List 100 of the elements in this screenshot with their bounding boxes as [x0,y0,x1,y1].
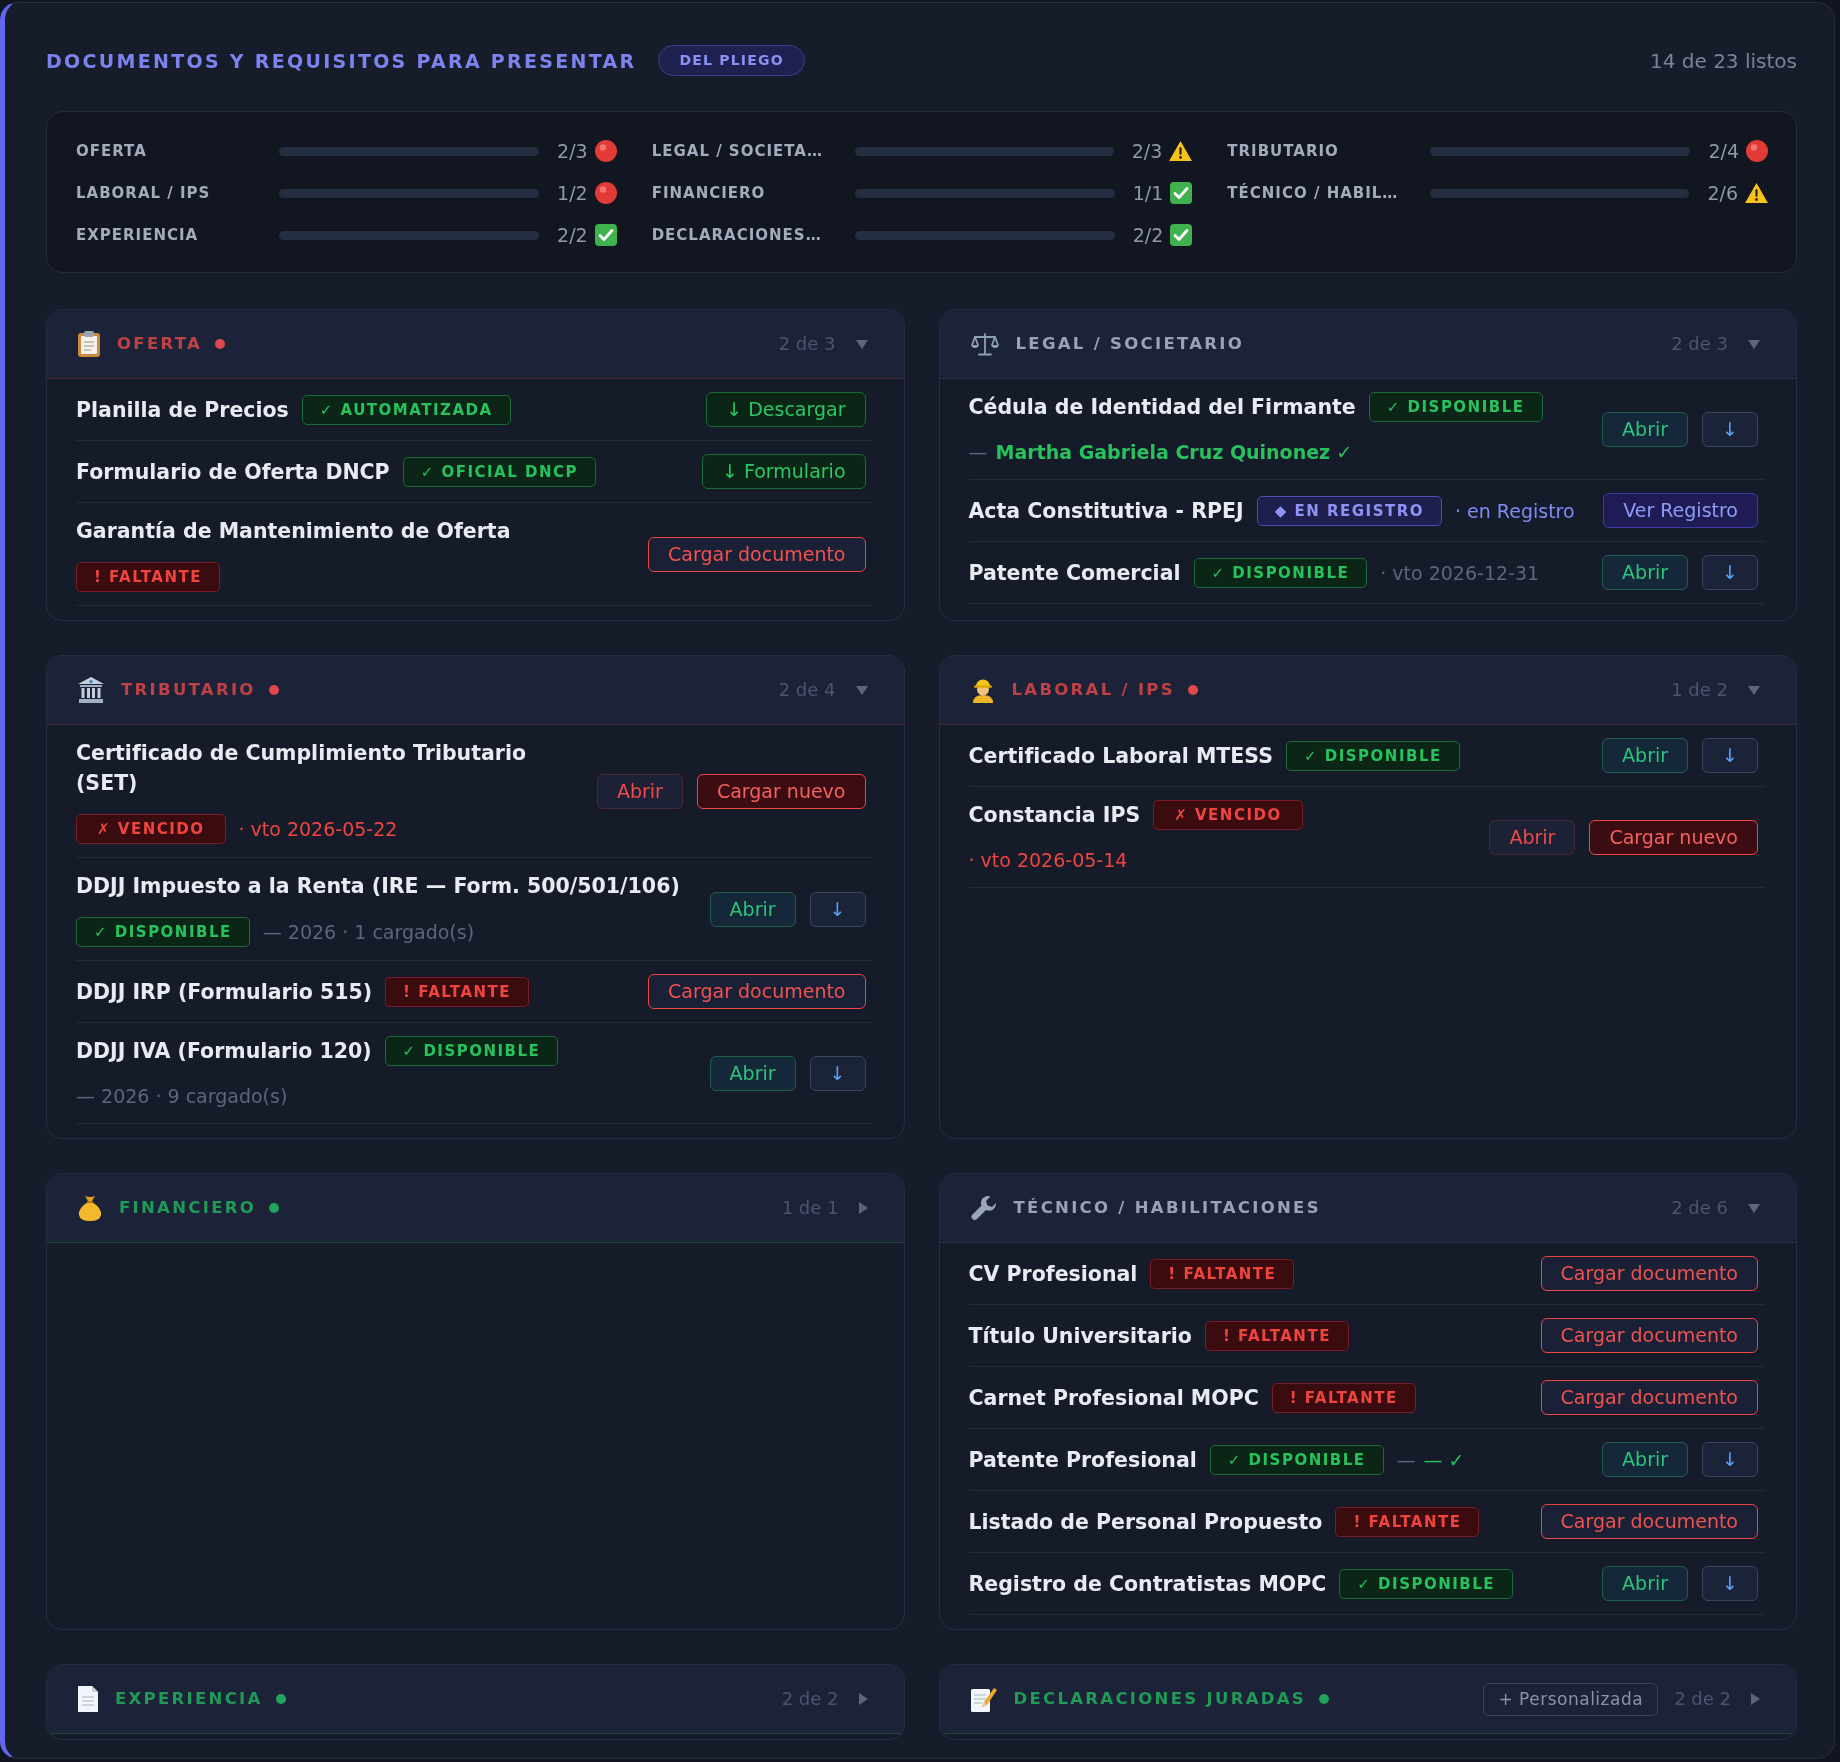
open-button[interactable]: Abrir [709,891,796,927]
caret-icon[interactable] [1748,339,1760,349]
status-badge: ✓ DISPONIBLE [1339,1568,1514,1599]
document-name: DDJJ Impuesto a la Renta (IRE — Form. 500/501/106) [76,873,680,900]
category-count: 1/2 [557,181,588,205]
upload-button[interactable]: Cargar documento [1540,1380,1758,1415]
document-name: Garantía de Mantenimiento de Oferta [76,518,511,545]
document-note: — ✓ [1423,1447,1465,1473]
document-name: Título Universitario [968,1322,1192,1350]
open-button[interactable]: Abrir [1602,411,1689,447]
section-count: 2 de 6 [1671,1197,1728,1219]
section-title: FINANCIERO [119,1197,257,1219]
document-note: — [1396,1447,1416,1473]
section-title: LEGAL / SOCIETARIO [1015,333,1245,355]
category-label: EXPERIENCIA [76,225,200,245]
upload-new-button[interactable]: Cargar nuevo [696,773,866,809]
open-button[interactable]: Abrir [1602,1442,1689,1477]
upload-button[interactable]: Cargar documento [1540,1318,1758,1353]
download-button[interactable]: ↓ [1702,738,1758,773]
status-badge: ✗ VENCIDO [1153,800,1303,830]
section-count: 2 de 3 [778,333,836,355]
category-count: 2/2 [1132,223,1164,247]
category-label: DECLARACIONES… [651,225,823,245]
section-count: 2 de 2 [1674,1688,1731,1710]
status-badge: ✓ DISPONIBLE [1368,392,1543,422]
document-name: Acta Constitutiva - RPEJ [968,497,1244,525]
add-custom-button[interactable]: + Personalizada [1483,1682,1659,1716]
download-button[interactable]: ↓ [809,1055,866,1091]
open-button[interactable]: Abrir [709,1055,796,1091]
download-button[interactable]: ↓ Formulario [702,454,866,489]
open-button[interactable]: Abrir [1602,555,1689,590]
status-badge: ✓ OFICIAL DNCP [402,456,596,487]
open-button[interactable]: Abrir [1602,738,1689,773]
document-note: · vto 2026-05-22 [238,817,398,842]
clipboard-icon [78,331,100,357]
status-badge: ✓ DISPONIBLE [384,1036,559,1066]
download-button[interactable]: ↓ [1702,411,1758,447]
document-name: Registro de Contratistas MOPC [968,1570,1327,1598]
document-note: — 2026 · 9 cargado(s) [76,1084,288,1109]
caret-icon[interactable] [855,339,868,349]
status-badge: ✓ AUTOMATIZADA [301,394,511,425]
document-name: Certificado Laboral MTESS [968,742,1273,770]
document-name: Carnet Profesional MOPC [968,1384,1259,1412]
open-button[interactable]: Abrir [1489,819,1576,855]
upload-button[interactable]: Cargar documento [1540,1256,1758,1291]
caret-icon[interactable] [855,685,868,695]
category-label: TÉCNICO / HABIL… [1227,183,1400,203]
document-name: Planilla de Precios [76,396,289,424]
status-badge: ! FALTANTE [1271,1382,1416,1413]
document-note: Martha Gabriela Cruz Quinonez ✓ [995,440,1353,465]
upload-button[interactable]: Cargar documento [648,536,866,572]
document-name: Cédula de Identidad del Firmante [968,394,1356,421]
registry-button[interactable]: Ver Registro [1603,493,1758,528]
section-title: TRIBUTARIO [121,679,256,701]
open-button[interactable]: Abrir [1602,1566,1689,1601]
upload-new-button[interactable]: Cargar nuevo [1589,819,1758,855]
category-label: FINANCIERO [651,183,767,203]
scales-icon [970,332,999,356]
category-count: 2/3 [557,139,588,163]
caret-icon[interactable] [1748,685,1760,695]
category-label: OFERTA [76,141,148,161]
caret-icon[interactable] [858,1693,868,1705]
status-badge: ! FALTANTE [1335,1506,1480,1537]
download-button[interactable]: ↓ [1702,555,1758,590]
document-name: Formulario de Oferta DNCP [76,458,390,486]
category-count: 1/1 [1132,181,1164,205]
download-button[interactable]: ↓ [1702,1566,1758,1601]
category-label: LEGAL / SOCIETA… [651,141,824,161]
category-count: 2/2 [557,223,588,247]
document-name: Listado de Personal Propuesto [968,1508,1323,1536]
memo-pencil-icon [970,1686,997,1712]
status-badge: ✓ DISPONIBLE [1209,1444,1384,1475]
status-badge: ✓ DISPONIBLE [1193,557,1368,588]
wrench-icon [970,1195,997,1221]
page-icon [78,1686,98,1712]
section-count: 2 de 3 [1671,333,1728,355]
document-note: · en Registro [1455,498,1575,524]
document-name: DDJJ IVA (Formulario 120) [76,1038,372,1065]
section-title: EXPERIENCIA [115,1688,263,1710]
section-count: 1 de 1 [781,1197,839,1219]
document-note: — 2026 · 1 cargado(s) [262,920,475,945]
download-button[interactable]: ↓ [809,891,866,927]
status-badge: ✓ DISPONIBLE [76,917,250,947]
open-button[interactable]: Abrir [596,773,683,809]
panel-title: DOCUMENTOS Y REQUISITOS PARA PRESENTAR [46,48,637,73]
document-note: — [968,440,988,465]
caret-icon[interactable] [858,1202,868,1214]
status-badge: ! FALTANTE [1150,1258,1295,1289]
document-name: Constancia IPS [968,802,1141,829]
category-label: TRIBUTARIO [1227,141,1340,161]
download-button[interactable]: ↓ Descargar [706,392,866,427]
source-badge: DEL PLIEGO [658,45,805,76]
status-badge: ✓ DISPONIBLE [1285,740,1460,771]
upload-button[interactable]: Cargar documento [648,974,866,1009]
download-button[interactable]: ↓ [1702,1442,1758,1477]
caret-icon[interactable] [1748,1203,1760,1213]
upload-button[interactable]: Cargar documento [1540,1504,1758,1539]
caret-icon[interactable] [1751,1693,1760,1705]
document-name: Certificado de Cumplimiento Tributario (SET) [76,740,528,797]
category-count: 2/6 [1707,181,1738,205]
